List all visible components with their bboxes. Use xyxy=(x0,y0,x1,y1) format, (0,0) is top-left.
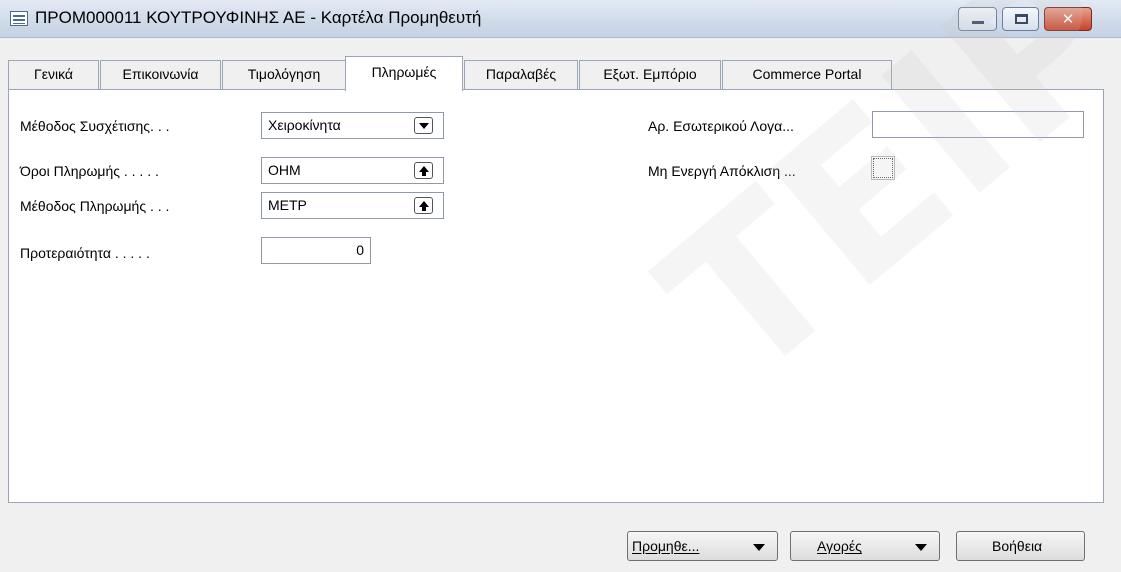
help-button[interactable]: Βοήθεια xyxy=(956,531,1085,561)
matching-method-value: Χειροκίνητα xyxy=(268,117,341,133)
tab-foreign-trade[interactable]: Εξωτ. Εμπόριο xyxy=(579,60,721,90)
maximize-button[interactable] xyxy=(1002,7,1039,31)
tab-payments[interactable]: Πληρωμές xyxy=(345,56,463,91)
matching-method-label: Μέθοδος Συσχέτισης. . . xyxy=(20,118,170,134)
close-icon: ✕ xyxy=(1061,10,1075,28)
lookup-arrow-icon xyxy=(419,201,429,211)
tab-communication[interactable]: Επικοινωνία xyxy=(100,60,221,90)
dropdown-button[interactable] xyxy=(414,117,433,134)
chevron-down-icon xyxy=(419,123,429,129)
minimize-icon xyxy=(972,21,984,24)
lookup-arrow-icon xyxy=(419,166,429,176)
minimize-button[interactable] xyxy=(958,7,997,31)
lookup-button[interactable] xyxy=(414,197,433,214)
close-button[interactable]: ✕ xyxy=(1044,7,1092,31)
chevron-down-icon xyxy=(915,544,927,551)
purchases-menu-label: Αγορές xyxy=(817,538,862,554)
payments-panel xyxy=(8,89,1104,503)
payment-method-field[interactable]: ΜΕΤΡ xyxy=(261,192,444,219)
internal-account-label: Αρ. Εσωτερικού Λογα... xyxy=(648,118,794,134)
help-button-label: Βοήθεια xyxy=(992,538,1043,554)
vendor-card-window: ΠΡΟΜ000011 ΚΟΥΤΡΟΥΦΙΝΗΣ ΑΕ - Καρτέλα Προ… xyxy=(0,0,1121,572)
vendor-menu-button[interactable]: Προμηθε... xyxy=(627,531,778,561)
priority-field[interactable]: 0 xyxy=(261,237,371,264)
vendor-menu-label: Προμηθε... xyxy=(632,538,700,554)
tab-general[interactable]: Γενικά xyxy=(8,60,99,90)
form-icon xyxy=(10,11,28,26)
tab-receiving[interactable]: Παραλαβές xyxy=(464,60,578,90)
chevron-down-icon xyxy=(753,544,765,551)
maximize-icon xyxy=(1015,14,1028,24)
lookup-button[interactable] xyxy=(414,162,433,179)
payment-method-label: Μέθοδος Πληρωμής . . . xyxy=(20,198,170,214)
payment-method-value: ΜΕΤΡ xyxy=(268,197,307,213)
window-title: ΠΡΟΜ000011 ΚΟΥΤΡΟΥΦΙΝΗΣ ΑΕ - Καρτέλα Προ… xyxy=(35,8,482,27)
matching-method-select[interactable]: Χειροκίνητα xyxy=(261,112,444,139)
payment-terms-field[interactable]: ΟΗΜ xyxy=(261,157,444,184)
inactive-block-label: Μη Ενεργή Απόκλιση ... xyxy=(648,163,796,179)
tab-commerce-portal[interactable]: Commerce Portal xyxy=(722,60,892,90)
payment-terms-label: Όροι Πληρωμής . . . . . xyxy=(20,163,159,179)
title-bar[interactable]: ΠΡΟΜ000011 ΚΟΥΤΡΟΥΦΙΝΗΣ ΑΕ - Καρτέλα Προ… xyxy=(0,0,1121,38)
payment-terms-value: ΟΗΜ xyxy=(268,162,301,178)
priority-label: Προτεραιότητα . . . . . xyxy=(20,245,150,261)
internal-account-field[interactable] xyxy=(872,111,1084,138)
tab-invoicing[interactable]: Τιμολόγηση xyxy=(222,60,346,90)
inactive-block-checkbox[interactable] xyxy=(871,156,895,180)
purchases-menu-button[interactable]: Αγορές xyxy=(790,531,940,561)
